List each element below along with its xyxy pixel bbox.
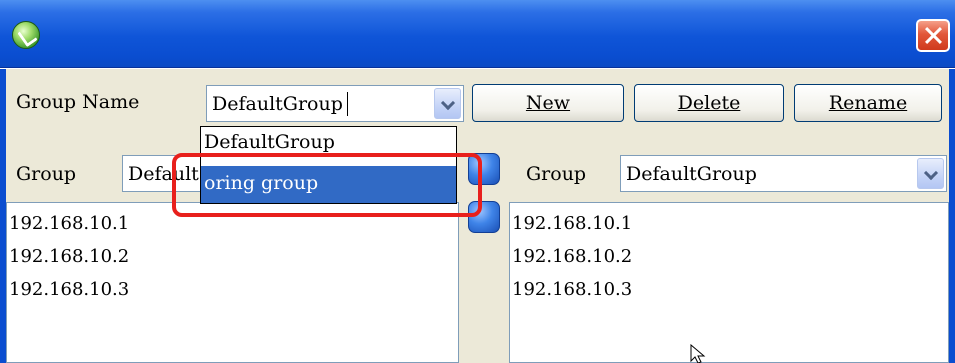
- left-device-list[interactable]: 192.168.10.1 192.168.10.2 192.168.10.3: [6, 202, 459, 363]
- text-caret: [347, 92, 348, 116]
- list-item[interactable]: 192.168.10.2: [9, 246, 129, 267]
- window-body: Group Name DefaultGroup New Delete Renam…: [0, 69, 955, 363]
- group-name-label: Group Name: [16, 91, 140, 113]
- right-group-label: Group: [526, 163, 587, 185]
- right-device-list[interactable]: 192.168.10.1 192.168.10.2 192.168.10.3: [509, 202, 949, 363]
- title-bar: [0, 0, 955, 68]
- list-item[interactable]: 192.168.10.1: [512, 213, 632, 234]
- close-icon[interactable]: [916, 19, 950, 52]
- chevron-down-icon[interactable]: [917, 158, 944, 189]
- new-button[interactable]: New: [472, 84, 624, 122]
- list-item[interactable]: 192.168.10.2: [512, 246, 632, 267]
- new-button-label: New: [525, 92, 571, 114]
- mouse-cursor-icon: [690, 344, 706, 363]
- list-item[interactable]: 192.168.10.3: [9, 279, 129, 300]
- left-group-label: Group: [16, 163, 77, 185]
- list-item[interactable]: 192.168.10.1: [9, 213, 129, 234]
- list-item[interactable]: 192.168.10.3: [512, 279, 632, 300]
- chevron-down-icon[interactable]: [434, 88, 461, 119]
- right-group-combo[interactable]: DefaultGroup: [620, 155, 947, 192]
- rename-button-label: Rename: [828, 92, 908, 114]
- group-name-value: DefaultGroup: [212, 93, 343, 115]
- rename-button[interactable]: Rename: [794, 84, 942, 122]
- highlight-annotation: [172, 153, 482, 217]
- delete-button-label: Delete: [677, 92, 741, 114]
- group-name-combo[interactable]: DefaultGroup: [206, 85, 464, 122]
- delete-button[interactable]: Delete: [634, 84, 784, 122]
- app-leaf-icon: [12, 21, 40, 49]
- right-group-value: DefaultGroup: [626, 163, 757, 185]
